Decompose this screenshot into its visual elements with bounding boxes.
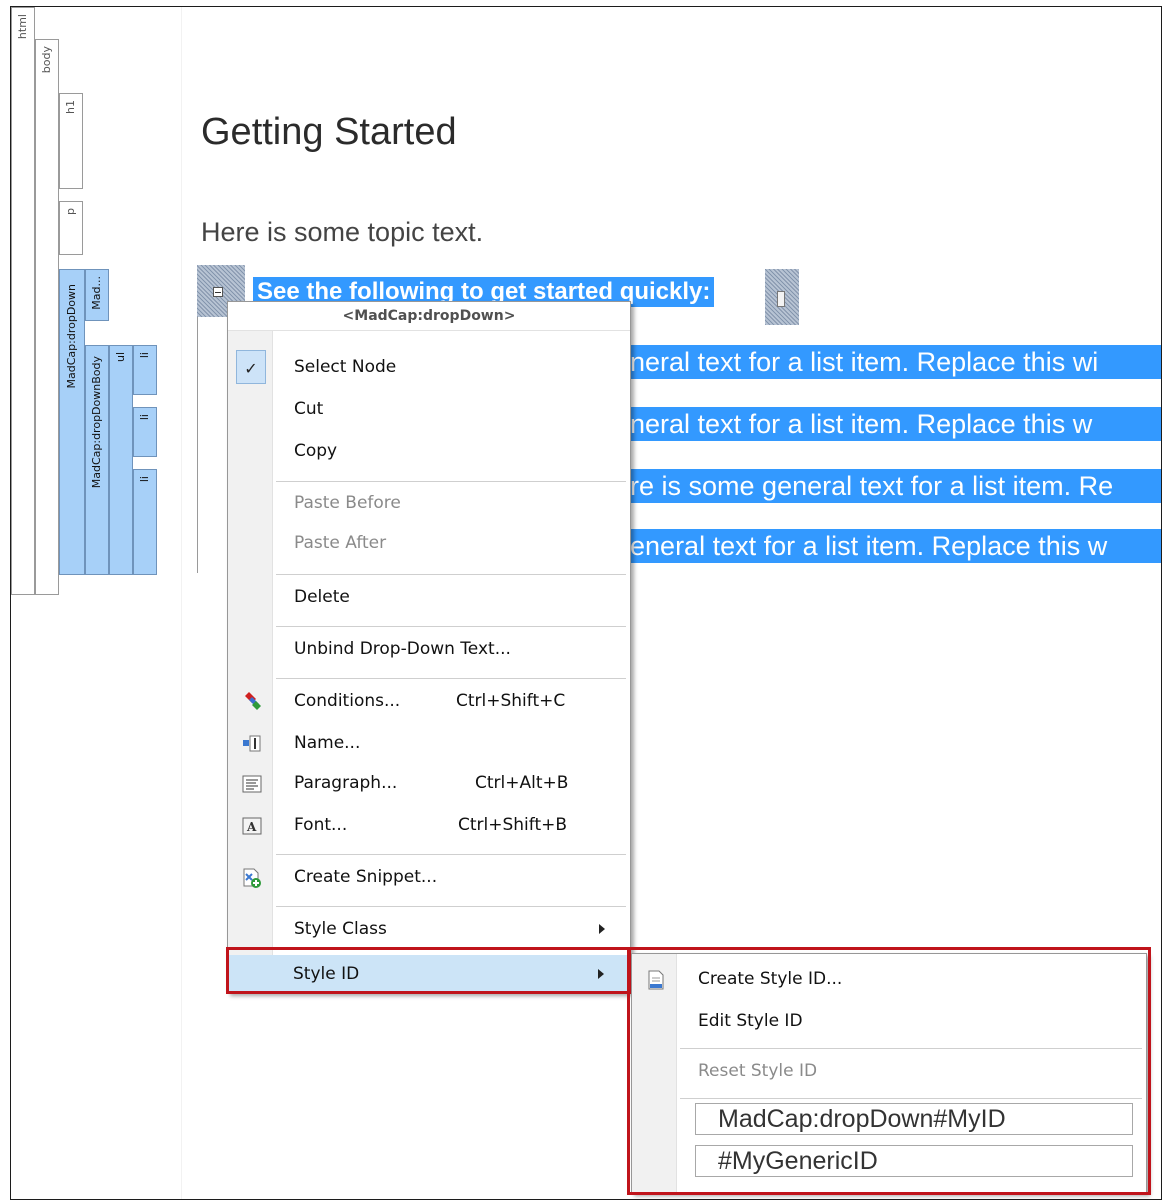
struct-li-2[interactable]: li xyxy=(133,407,157,457)
menu-item-delete[interactable]: Delete xyxy=(228,578,630,618)
menu-label: Conditions... xyxy=(294,691,401,711)
conditions-icon xyxy=(241,691,263,713)
menu-separator xyxy=(276,678,626,680)
submenu-callout-box xyxy=(627,947,1151,1195)
menu-item-name[interactable]: Name... xyxy=(228,724,630,764)
menu-label: Paragraph... xyxy=(294,773,398,793)
struct-p-label: p xyxy=(64,208,77,215)
menu-label: Select Node xyxy=(294,357,397,377)
submenu-arrow-icon xyxy=(599,924,605,934)
menu-label: Copy xyxy=(294,441,338,461)
struct-ul-label: ul xyxy=(114,352,127,363)
topic-heading[interactable]: Getting Started xyxy=(201,111,457,154)
struct-h1[interactable]: h1 xyxy=(59,93,83,189)
shortcut-label: Ctrl+Alt+B xyxy=(475,773,569,793)
topic-paragraph[interactable]: Here is some topic text. xyxy=(201,217,483,248)
menu-item-style-class[interactable]: Style Class xyxy=(228,910,630,950)
menu-label: Create Snippet... xyxy=(294,867,438,887)
struct-h1-label: h1 xyxy=(64,100,77,114)
menu-label: Cut xyxy=(294,399,324,419)
menu-label: Style Class xyxy=(294,919,387,939)
menu-label: Name... xyxy=(294,733,361,753)
struct-html[interactable]: html xyxy=(11,7,35,595)
struct-dropdown[interactable]: MadCap:dropDown xyxy=(59,269,85,575)
menu-label: Delete xyxy=(294,587,350,607)
menu-label: Font... xyxy=(294,815,348,835)
menu-item-font[interactable]: A Font... Ctrl+Shift+B xyxy=(228,806,630,846)
menu-item-create-snippet[interactable]: Create Snippet... xyxy=(228,858,630,898)
struct-body[interactable]: body xyxy=(35,39,59,595)
menu-label: Unbind Drop-Down Text... xyxy=(294,639,511,659)
struct-dropdown-head[interactable]: Mad... xyxy=(85,269,109,321)
menu-label: Paste After xyxy=(294,533,387,553)
shortcut-label: Ctrl+Shift+B xyxy=(458,815,568,835)
dropdown-end-tag-icon xyxy=(777,291,785,307)
menu-item-paste-after[interactable]: Paste After xyxy=(228,524,630,564)
list-item-4[interactable]: general text for a list item. Replace th… xyxy=(611,529,1161,563)
struct-p[interactable]: p xyxy=(59,201,83,255)
struct-li-1[interactable]: li xyxy=(133,345,157,395)
menu-item-copy[interactable]: Copy xyxy=(228,432,630,472)
struct-li-3[interactable]: li xyxy=(133,469,157,575)
menu-label: Paste Before xyxy=(294,493,401,513)
struct-li-1-label: li xyxy=(138,352,151,359)
struct-html-label: html xyxy=(16,14,29,40)
menu-separator xyxy=(276,481,626,483)
dropdown-collapse-icon[interactable] xyxy=(213,287,223,297)
structure-bar-divider xyxy=(181,7,182,1199)
paragraph-icon xyxy=(241,773,263,795)
struct-body-label: body xyxy=(40,46,53,74)
struct-dropdown-body[interactable]: MadCap:dropDownBody xyxy=(85,345,109,575)
menu-item-unbind[interactable]: Unbind Drop-Down Text... xyxy=(228,630,630,670)
list-item-3[interactable]: ere is some general text for a list item… xyxy=(611,469,1161,503)
menu-header: <MadCap:dropDown> xyxy=(228,302,630,331)
name-icon xyxy=(241,733,263,755)
struct-dropdown-body-label: MadCap:dropDownBody xyxy=(90,356,103,489)
editor-window: html body h1 p MadCap:dropDown Mad... Ma… xyxy=(10,6,1162,1200)
dropdown-body-bracket xyxy=(197,317,198,573)
struct-li-2-label: li xyxy=(138,414,151,421)
menu-item-paragraph[interactable]: Paragraph... Ctrl+Alt+B xyxy=(228,764,630,804)
style-id-callout-box xyxy=(226,947,631,994)
shortcut-label: Ctrl+Shift+C xyxy=(456,691,566,711)
context-menu: <MadCap:dropDown> ✓ Select Node Cut Copy… xyxy=(227,301,631,993)
menu-item-cut[interactable]: Cut xyxy=(228,390,630,430)
font-icon: A xyxy=(241,815,263,837)
menu-separator xyxy=(276,906,626,908)
struct-dropdown-head-label: Mad... xyxy=(90,276,103,310)
struct-li-3-label: li xyxy=(138,476,151,483)
create-snippet-icon xyxy=(241,867,263,889)
menu-item-paste-before[interactable]: Paste Before xyxy=(228,484,630,524)
menu-item-conditions[interactable]: Conditions... Ctrl+Shift+C xyxy=(228,682,630,722)
list-item-2[interactable]: eneral text for a list item. Replace thi… xyxy=(611,407,1161,441)
struct-ul[interactable]: ul xyxy=(109,345,133,575)
menu-item-select-node[interactable]: ✓ Select Node xyxy=(228,348,630,388)
list-item-1[interactable]: eneral text for a list item. Replace thi… xyxy=(611,345,1161,379)
menu-separator xyxy=(276,626,626,628)
menu-separator xyxy=(276,854,626,856)
menu-separator xyxy=(276,574,626,576)
svg-text:A: A xyxy=(246,820,257,834)
checkmark-icon: ✓ xyxy=(244,358,258,378)
struct-dropdown-label: MadCap:dropDown xyxy=(65,284,78,389)
